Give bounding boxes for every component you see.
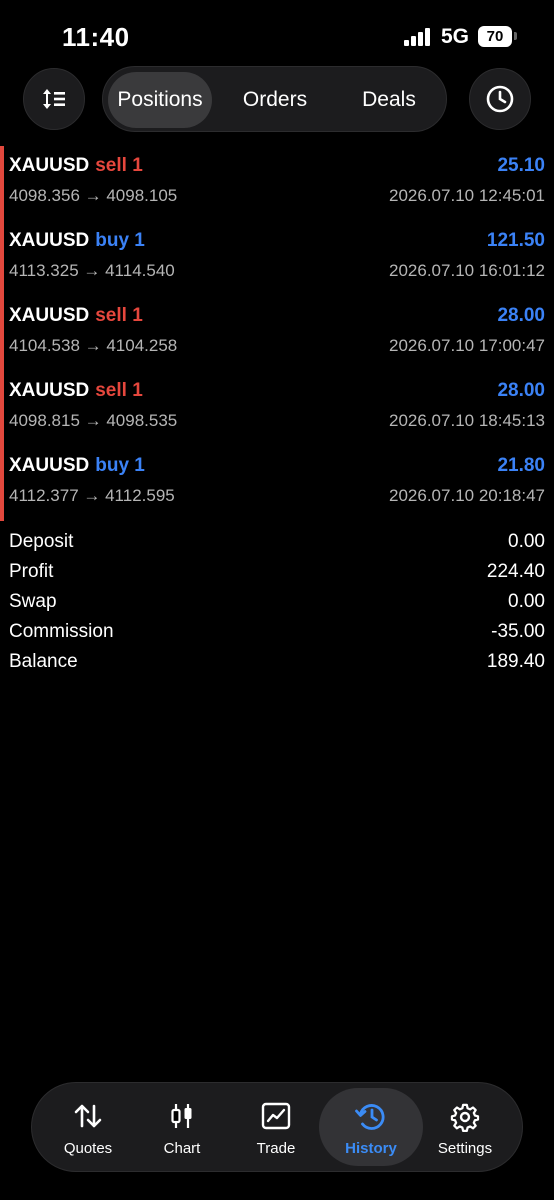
tab-label: Settings [437,1140,493,1157]
history-icon [355,1104,385,1130]
deal-time: 2026.07.10 12:45:01 [389,186,545,205]
sort-button[interactable] [23,68,85,130]
tab-label: History [345,1140,397,1157]
deal-row[interactable]: XAUUSD buy 1 4113.325 → 4114.540 121.50 2… [0,221,554,296]
status-time: 11:40 [62,22,130,52]
summary-label: Swap [9,591,57,612]
deal-row[interactable]: XAUUSD sell 1 4098.815 → 4098.535 28.00 2… [0,371,554,446]
deal-symbol: XAUUSD [9,380,90,401]
tab-label: Quotes [63,1140,113,1157]
tab-label: Trade [256,1140,296,1157]
account-summary: Deposit 0.00 Profit 224.40 Swap 0.00 Com… [0,529,554,679]
deal-side: sell 1 [95,380,143,401]
summary-value: 0.00 [508,591,545,612]
deal-time: 2026.07.10 20:18:47 [389,486,545,505]
tab-chart[interactable]: Chart [135,1088,229,1166]
summary-value: 224.40 [486,561,545,582]
deal-side: sell 1 [95,155,143,176]
deals-list: XAUUSD sell 1 4098.356 → 4098.105 25.10 2… [0,146,554,521]
deal-symbol: XAUUSD [9,305,90,326]
view-segmented-control: Positions Orders Deals [102,66,447,132]
gear-icon [450,1103,480,1132]
deal-row[interactable]: XAUUSD sell 1 4098.356 → 4098.105 25.10 2… [0,146,554,221]
deal-profit: 28.00 [497,305,545,326]
deal-side: sell 1 [95,305,143,326]
deal-prices: 4098.815 → 4098.535 [9,411,178,430]
summary-label: Deposit [9,531,74,552]
tab-label: Chart [163,1140,201,1157]
clock-icon [486,85,514,113]
signal-icon [404,28,432,46]
tab-settings[interactable]: Settings [418,1088,512,1166]
summary-row-balance: Balance 189.40 [0,649,554,679]
tab-positions[interactable]: Positions [108,72,212,128]
sort-icon [43,89,65,109]
summary-row-commission: Commission -35.00 [0,619,554,649]
tab-deals[interactable]: Deals [337,72,441,128]
tab-history[interactable]: History [319,1088,423,1166]
summary-value: 189.40 [486,651,545,672]
summary-row-deposit: Deposit 0.00 [0,529,554,559]
bottom-tab-bar: Quotes Chart Trade History Settings [31,1082,523,1172]
deal-prices: 4098.356 → 4098.105 [9,186,178,205]
tab-quotes[interactable]: Quotes [41,1088,135,1166]
quotes-icon [74,1104,102,1128]
deal-side: buy 1 [95,230,145,251]
period-button[interactable] [469,68,531,130]
network-label: 5G [441,25,470,48]
deal-row[interactable]: XAUUSD sell 1 4104.538 → 4104.258 28.00 2… [0,296,554,371]
summary-label: Profit [9,561,54,582]
deal-symbol: XAUUSD [9,230,90,251]
battery-tip [514,32,517,40]
deal-prices: 4112.377 → 4112.595 [9,486,175,505]
deal-symbol: XAUUSD [9,155,90,176]
summary-label: Commission [9,621,114,642]
battery-icon: 70 [478,26,512,47]
deal-row[interactable]: XAUUSD buy 1 4112.377 → 4112.595 21.80 20… [0,446,554,521]
deal-side: buy 1 [95,455,145,476]
status-bar: 11:40 5G 70 [0,0,554,64]
deal-prices: 4113.325 → 4114.540 [9,261,175,280]
deal-profit: 121.50 [486,230,545,251]
deal-time: 2026.07.10 16:01:12 [389,261,545,280]
deal-profit: 25.10 [497,155,545,176]
summary-label: Balance [9,651,78,672]
candlestick-icon [171,1104,192,1128]
tab-trade[interactable]: Trade [229,1088,323,1166]
tab-orders[interactable]: Orders [223,72,327,128]
summary-row-profit: Profit 224.40 [0,559,554,589]
summary-value: 0.00 [508,531,545,552]
summary-row-swap: Swap 0.00 [0,589,554,619]
deal-profit: 21.80 [497,455,545,476]
summary-value: -35.00 [491,621,545,642]
deal-profit: 28.00 [497,380,545,401]
deal-prices: 4104.538 → 4104.258 [9,336,178,355]
deal-symbol: XAUUSD [9,455,90,476]
deal-time: 2026.07.10 17:00:47 [389,336,545,355]
deal-time: 2026.07.10 18:45:13 [389,411,545,430]
trade-chart-icon [261,1102,291,1130]
